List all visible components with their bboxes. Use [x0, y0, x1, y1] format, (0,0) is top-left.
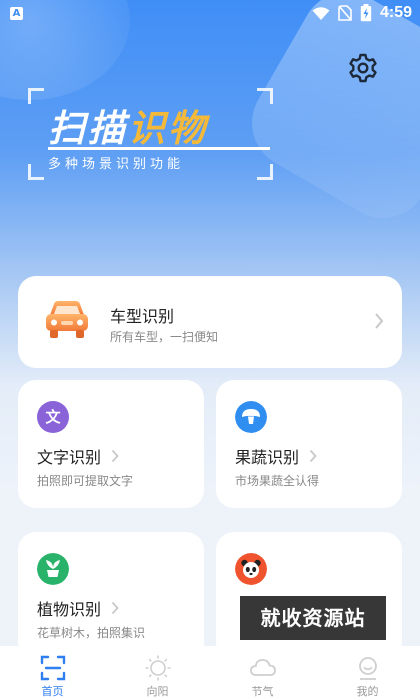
wifi-icon: [312, 6, 330, 20]
car-recognition-card[interactable]: 车型识别 所有车型，一扫便知: [18, 276, 402, 368]
frame-corner: [257, 164, 273, 180]
status-bar: A 4:59: [0, 0, 420, 28]
frame-corner: [28, 88, 44, 104]
gear-icon[interactable]: [347, 52, 379, 84]
text-recognition-title-row: 文字识别: [37, 444, 119, 468]
nav-item-home[interactable]: 首页: [0, 646, 105, 700]
fruit-recognition-card[interactable]: 果蔬识别 市场果蔬全认得: [216, 380, 402, 508]
plant-recognition-card[interactable]: 植物识别 花草树木，拍照集识: [18, 532, 204, 660]
chevron-right-icon: [111, 449, 119, 463]
chevron-right-icon: [309, 449, 317, 463]
plant-recognition-desc: 花草树木，拍照集识: [37, 626, 146, 640]
nav-label-sun: 向阳: [146, 685, 169, 698]
plant-recognition-title-row: 植物识别: [37, 596, 119, 620]
frame-corner: [28, 164, 44, 180]
mushroom-icon: [235, 401, 267, 433]
chevron-right-icon: [111, 601, 119, 615]
plant-icon: [37, 553, 69, 585]
nav-label-profile: 我的: [356, 685, 379, 698]
no-sim-icon: [338, 5, 352, 21]
car-recognition-desc: 所有车型，一扫便知: [110, 330, 219, 344]
text-recognition-card[interactable]: 文 文字识别 拍照即可提取文字: [18, 380, 204, 508]
chevron-right-icon: [375, 313, 384, 329]
nav-item-profile[interactable]: 我的: [315, 646, 420, 700]
app-notification-icon: A: [10, 7, 23, 20]
bottom-nav: 首页 向阳 节气 我的: [0, 646, 420, 700]
cloud-icon: [250, 659, 276, 676]
frame-corner: [257, 88, 273, 104]
sun-icon: [145, 655, 171, 681]
battery-icon: [360, 4, 372, 22]
profile-icon: [359, 657, 377, 680]
scan-icon: [40, 655, 66, 681]
watermark-overlay: 就收资源站: [240, 596, 386, 640]
text-recognition-title: 文字识别: [37, 448, 102, 467]
text-icon: 文: [37, 401, 69, 433]
text-recognition-desc: 拍照即可提取文字: [37, 474, 134, 488]
nav-item-solar-term[interactable]: 节气: [210, 646, 315, 700]
plant-recognition-title: 植物识别: [37, 600, 102, 619]
fruit-recognition-title: 果蔬识别: [235, 448, 300, 467]
banner-subtitle: 多种场景识别功能: [48, 157, 185, 172]
banner-title-main: 扫描: [48, 107, 128, 150]
clock: 4:59: [379, 4, 412, 21]
banner-underline: [48, 147, 270, 150]
nav-item-sun[interactable]: 向阳: [105, 646, 210, 700]
fruit-recognition-desc: 市场果蔬全认得: [235, 474, 320, 488]
fruit-recognition-title-row: 果蔬识别: [235, 444, 317, 468]
car-icon: [46, 301, 88, 338]
car-recognition-title: 车型识别: [110, 307, 175, 326]
banner-title-highlight: 识物: [128, 107, 208, 150]
nav-label-home: 首页: [41, 685, 64, 698]
banner-title: 扫描识物: [48, 98, 208, 152]
nav-label-solar-term: 节气: [251, 685, 274, 698]
status-bar-right: 4:59: [312, 4, 412, 22]
hero-banner: 扫描识物 多种场景识别功能: [28, 88, 273, 180]
panda-icon: [235, 553, 267, 585]
